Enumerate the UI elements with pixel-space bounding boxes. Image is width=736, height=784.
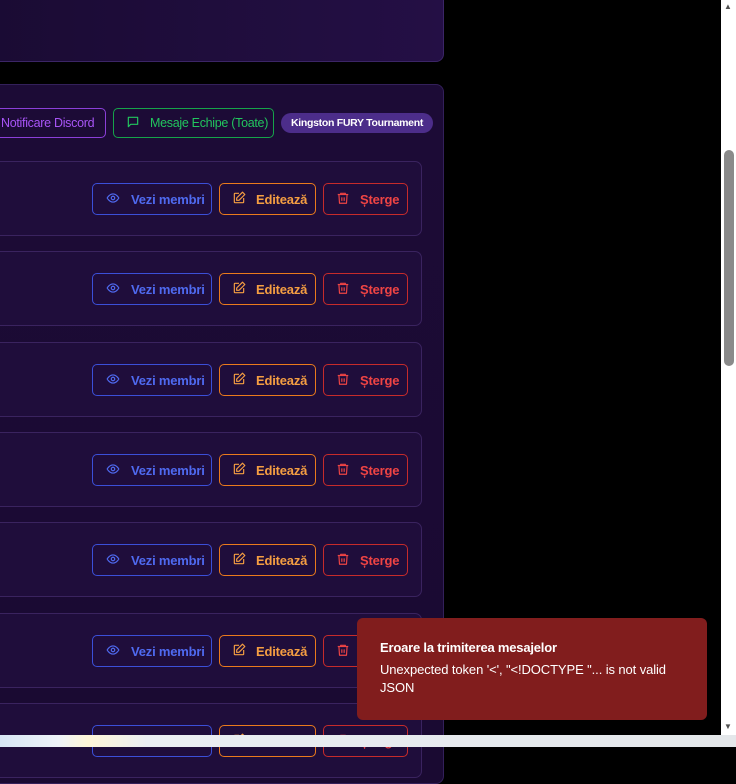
- edit-team-label: Editează: [256, 552, 308, 568]
- team-card: Vezi membri Editează Șterge: [0, 161, 422, 236]
- toast-message: Unexpected token '<', "<!DOCTYPE "... is…: [380, 662, 666, 695]
- edit-team-button[interactable]: Editează: [219, 544, 316, 576]
- delete-team-label: Șterge: [360, 552, 400, 568]
- edit-team-label: Editează: [256, 372, 308, 388]
- eye-icon: [106, 191, 131, 208]
- trash-icon: [336, 372, 360, 389]
- view-members-label: Vezi membri: [131, 643, 205, 659]
- edit-team-button[interactable]: Editează: [219, 183, 316, 215]
- team-card: Vezi membri Editează Șterge: [0, 251, 422, 326]
- pencil-square-icon: [232, 281, 256, 298]
- delete-team-button[interactable]: Șterge: [323, 364, 408, 396]
- edit-team-button[interactable]: Editează: [219, 364, 316, 396]
- error-toast[interactable]: Eroare la trimiterea mesajelor Unexpecte…: [357, 618, 707, 720]
- edit-team-label: Editează: [256, 191, 308, 207]
- pencil-square-icon: [232, 643, 256, 660]
- top-card: [0, 0, 444, 62]
- edit-team-label: Editează: [256, 643, 308, 659]
- trash-icon: [336, 191, 360, 208]
- view-members-label: Vezi membri: [131, 462, 205, 478]
- eye-icon: [106, 372, 131, 389]
- pencil-square-icon: [232, 462, 256, 479]
- eye-icon: [106, 281, 131, 298]
- delete-team-label: Șterge: [360, 191, 400, 207]
- pencil-square-icon: [232, 372, 256, 389]
- view-members-button[interactable]: Vezi membri: [92, 544, 212, 576]
- edit-team-button[interactable]: Editează: [219, 273, 316, 305]
- team-messages-label: Mesaje Echipe (Toate): [150, 116, 269, 130]
- view-members-label: Vezi membri: [131, 372, 205, 388]
- chat-bubble-icon: [126, 115, 150, 132]
- trash-icon: [336, 462, 360, 479]
- trash-icon: [336, 552, 360, 569]
- tournament-badge: Kingston FURY Tournament: [281, 113, 434, 133]
- discord-notification-button[interactable]: Notificare Discord: [0, 108, 106, 138]
- view-members-button[interactable]: Vezi membri: [92, 273, 212, 305]
- eye-icon: [106, 462, 131, 479]
- delete-team-button[interactable]: Șterge: [323, 183, 408, 215]
- eye-icon: [106, 552, 131, 569]
- delete-team-button[interactable]: Șterge: [323, 544, 408, 576]
- delete-team-label: Șterge: [360, 462, 400, 478]
- view-members-label: Vezi membri: [131, 191, 205, 207]
- view-members-button[interactable]: Vezi membri: [92, 183, 212, 215]
- edit-team-label: Editează: [256, 462, 308, 478]
- scrollbar-thumb[interactable]: [724, 150, 734, 366]
- view-members-button[interactable]: Vezi membri: [92, 454, 212, 486]
- scroll-up-arrow-icon[interactable]: ▲: [724, 2, 732, 11]
- page-scrollbar[interactable]: [721, 0, 736, 735]
- delete-team-button[interactable]: Șterge: [323, 273, 408, 305]
- edit-team-button[interactable]: Editează: [219, 454, 316, 486]
- eye-icon: [106, 643, 131, 660]
- taskbar-strip: [0, 735, 736, 747]
- team-card: Vezi membri Editează Șterge: [0, 432, 422, 507]
- toast-title: Eroare la trimiterea mesajelor: [380, 640, 557, 655]
- discord-notification-label: Notificare Discord: [1, 116, 95, 130]
- edit-team-label: Editează: [256, 281, 308, 297]
- pencil-square-icon: [232, 552, 256, 569]
- team-messages-button[interactable]: Mesaje Echipe (Toate): [113, 108, 274, 138]
- delete-team-label: Șterge: [360, 281, 400, 297]
- pencil-square-icon: [232, 191, 256, 208]
- team-card: Vezi membri Editează Șterge: [0, 342, 422, 417]
- delete-team-label: Șterge: [360, 372, 400, 388]
- view-members-label: Vezi membri: [131, 552, 205, 568]
- delete-team-button[interactable]: Șterge: [323, 454, 408, 486]
- view-members-label: Vezi membri: [131, 281, 205, 297]
- edit-team-button[interactable]: Editează: [219, 635, 316, 667]
- view-members-button[interactable]: Vezi membri: [92, 635, 212, 667]
- trash-icon: [336, 281, 360, 298]
- view-members-button[interactable]: Vezi membri: [92, 364, 212, 396]
- scroll-down-arrow-icon[interactable]: ▼: [724, 722, 732, 731]
- team-card: Vezi membri Editează Șterge: [0, 522, 422, 597]
